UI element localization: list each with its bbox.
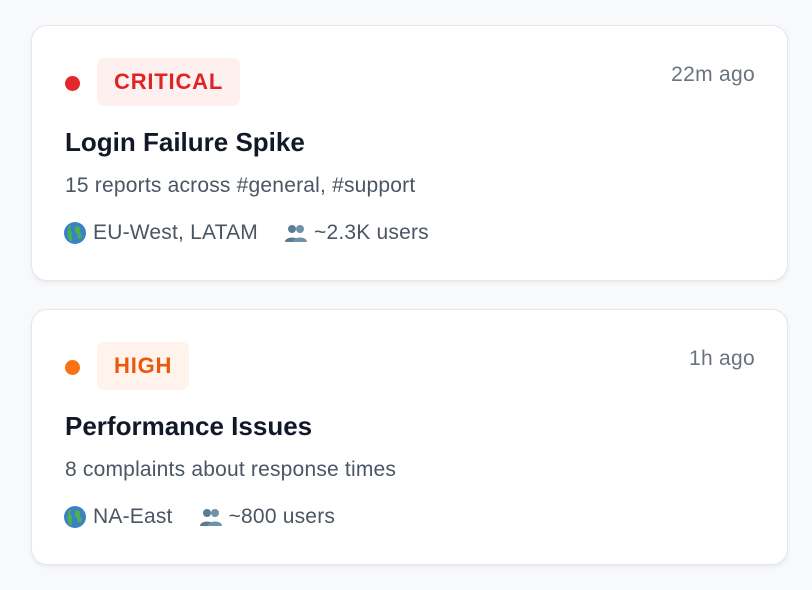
alert-meta: EU-West, LATAM ~2.3K users: [63, 221, 455, 245]
alert-timestamp: 22m ago: [671, 63, 755, 86]
alert-description: 15 reports across #general, #support: [65, 174, 416, 197]
severity-dot: [65, 76, 80, 91]
users-icon: [285, 225, 307, 242]
region-text: EU-West, LATAM: [93, 221, 258, 244]
severity-dot: [65, 360, 80, 375]
alert-meta: NA-East ~800 users: [63, 505, 361, 529]
globe-icon: [64, 222, 86, 244]
users-text: ~2.3K users: [314, 221, 429, 244]
severity-badge: CRITICAL: [97, 58, 241, 106]
alert-description: 8 complaints about response times: [65, 458, 397, 481]
region-info: EU-West, LATAM: [63, 221, 258, 245]
alert-title: Performance Issues: [65, 411, 313, 441]
users-info: ~2.3K users: [284, 221, 429, 245]
alert-card[interactable]: HIGH 1h ago Performance Issues 8 complai…: [31, 309, 788, 565]
alert-card[interactable]: CRITICAL 22m ago Login Failure Spike 15 …: [31, 25, 788, 281]
region-info: NA-East: [63, 505, 173, 529]
users-info: ~800 users: [199, 505, 336, 529]
region-text: NA-East: [93, 505, 173, 528]
globe-icon: [64, 506, 86, 528]
users-text: ~800 users: [228, 505, 336, 528]
alert-timestamp: 1h ago: [688, 347, 755, 370]
users-icon: [199, 509, 222, 526]
severity-badge: HIGH: [97, 342, 190, 390]
alert-title: Login Failure Spike: [65, 127, 305, 157]
